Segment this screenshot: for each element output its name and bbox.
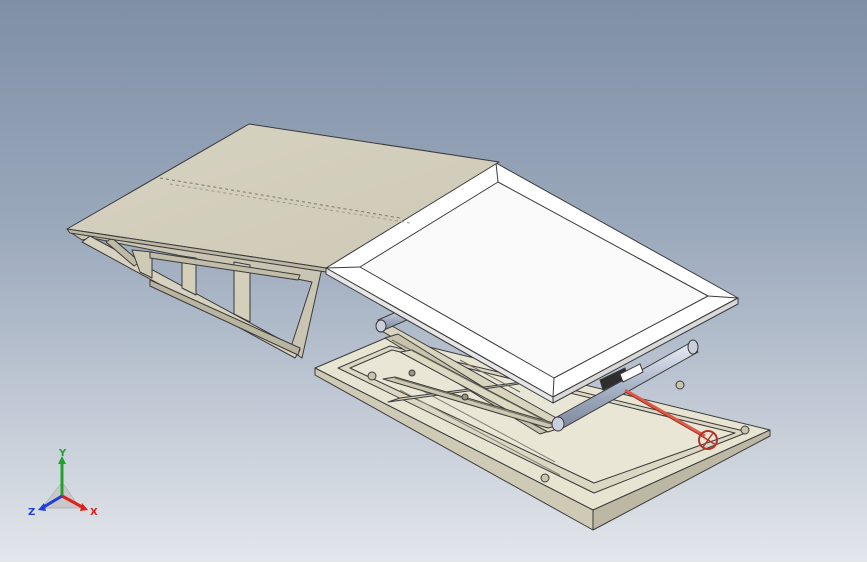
graphics-viewport[interactable]: Y X Z: [0, 0, 867, 562]
coordinate-triad: Y X Z: [22, 446, 112, 526]
assembly-model[interactable]: [0, 0, 867, 562]
x-axis-arrow: [80, 503, 88, 511]
x-axis-label: X: [90, 507, 98, 518]
triad-graphic: Y X Z: [28, 448, 98, 518]
y-axis-label: Y: [58, 448, 67, 459]
z-axis-label: Z: [28, 507, 35, 518]
